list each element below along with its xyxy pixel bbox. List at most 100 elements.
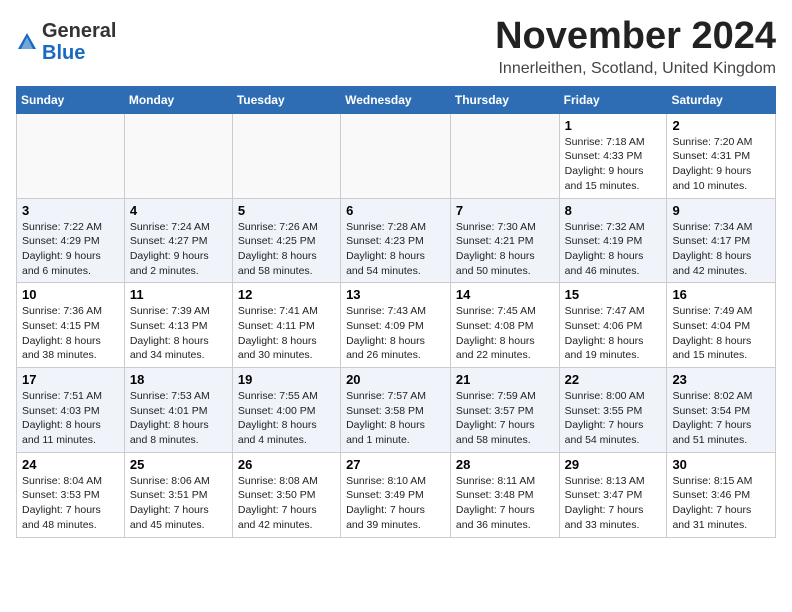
day-info: Sunrise: 7:26 AM Sunset: 4:25 PM Dayligh… (238, 220, 335, 279)
header-row: SundayMondayTuesdayWednesdayThursdayFrid… (17, 86, 776, 113)
day-number: 2 (672, 118, 770, 133)
day-cell: 11 Sunrise: 7:39 AM Sunset: 4:13 PM Dayli… (124, 283, 232, 368)
week-row-4: 17 Sunrise: 7:51 AM Sunset: 4:03 PM Dayli… (17, 368, 776, 453)
day-info: Sunrise: 7:41 AM Sunset: 4:11 PM Dayligh… (238, 304, 335, 363)
day-cell: 12Sunrise: 7:41 AM Sunset: 4:11 PM Dayli… (232, 283, 340, 368)
day-info: Sunrise: 7:22 AM Sunset: 4:29 PM Dayligh… (22, 220, 119, 279)
logo-general: General (42, 20, 116, 42)
day-cell (124, 113, 232, 198)
day-number: 23 (672, 372, 770, 387)
col-header-monday: Monday (124, 86, 232, 113)
day-number: 17 (22, 372, 119, 387)
day-info: Sunrise: 7:57 AM Sunset: 3:58 PM Dayligh… (346, 389, 445, 448)
col-header-friday: Friday (559, 86, 667, 113)
day-cell: 8 Sunrise: 7:32 AM Sunset: 4:19 PM Daylig… (559, 198, 667, 283)
day-info: Sunrise: 8:08 AM Sunset: 3:50 PM Dayligh… (238, 474, 335, 533)
day-cell: 4 Sunrise: 7:24 AM Sunset: 4:27 PM Daylig… (124, 198, 232, 283)
day-number: 7 (456, 203, 554, 218)
day-number: 15 (565, 287, 662, 302)
day-info: Sunrise: 7:32 AM Sunset: 4:19 PM Dayligh… (565, 220, 662, 279)
day-info: Sunrise: 8:06 AM Sunset: 3:51 PM Dayligh… (130, 474, 227, 533)
day-cell: 22 Sunrise: 8:00 AM Sunset: 3:55 PM Dayli… (559, 368, 667, 453)
day-info: Sunrise: 7:55 AM Sunset: 4:00 PM Dayligh… (238, 389, 335, 448)
day-number: 27 (346, 457, 445, 472)
title-area: November 2024 Innerleithen, Scotland, Un… (495, 16, 776, 78)
day-cell: 16Sunrise: 7:49 AM Sunset: 4:04 PM Dayli… (667, 283, 776, 368)
day-cell (232, 113, 340, 198)
col-header-tuesday: Tuesday (232, 86, 340, 113)
col-header-wednesday: Wednesday (341, 86, 451, 113)
day-cell: 25 Sunrise: 8:06 AM Sunset: 3:51 PM Dayli… (124, 452, 232, 537)
day-number: 6 (346, 203, 445, 218)
day-number: 8 (565, 203, 662, 218)
day-info: Sunrise: 7:20 AM Sunset: 4:31 PM Dayligh… (672, 135, 770, 194)
day-number: 18 (130, 372, 227, 387)
day-cell: 17 Sunrise: 7:51 AM Sunset: 4:03 PM Dayli… (17, 368, 125, 453)
day-number: 1 (565, 118, 662, 133)
day-cell: 27 Sunrise: 8:10 AM Sunset: 3:49 PM Dayli… (341, 452, 451, 537)
week-row-2: 3 Sunrise: 7:22 AM Sunset: 4:29 PM Daylig… (17, 198, 776, 283)
day-number: 3 (22, 203, 119, 218)
day-info: Sunrise: 7:30 AM Sunset: 4:21 PM Dayligh… (456, 220, 554, 279)
logo-icon (16, 31, 38, 53)
month-title: November 2024 (495, 16, 776, 58)
day-info: Sunrise: 7:36 AM Sunset: 4:15 PM Dayligh… (22, 304, 119, 363)
day-cell: 1Sunrise: 7:18 AM Sunset: 4:33 PM Daylig… (559, 113, 667, 198)
week-row-1: 1Sunrise: 7:18 AM Sunset: 4:33 PM Daylig… (17, 113, 776, 198)
day-number: 25 (130, 457, 227, 472)
day-info: Sunrise: 7:43 AM Sunset: 4:09 PM Dayligh… (346, 304, 445, 363)
col-header-thursday: Thursday (450, 86, 559, 113)
day-number: 28 (456, 457, 554, 472)
col-header-saturday: Saturday (667, 86, 776, 113)
day-info: Sunrise: 8:02 AM Sunset: 3:54 PM Dayligh… (672, 389, 770, 448)
week-row-3: 10 Sunrise: 7:36 AM Sunset: 4:15 PM Dayli… (17, 283, 776, 368)
day-cell: 10 Sunrise: 7:36 AM Sunset: 4:15 PM Dayli… (17, 283, 125, 368)
day-info: Sunrise: 7:39 AM Sunset: 4:13 PM Dayligh… (130, 304, 227, 363)
col-header-sunday: Sunday (17, 86, 125, 113)
day-cell: 29 Sunrise: 8:13 AM Sunset: 3:47 PM Dayli… (559, 452, 667, 537)
day-cell: 18 Sunrise: 7:53 AM Sunset: 4:01 PM Dayli… (124, 368, 232, 453)
day-number: 24 (22, 457, 119, 472)
day-info: Sunrise: 7:53 AM Sunset: 4:01 PM Dayligh… (130, 389, 227, 448)
day-cell: 6Sunrise: 7:28 AM Sunset: 4:23 PM Daylig… (341, 198, 451, 283)
day-info: Sunrise: 7:59 AM Sunset: 3:57 PM Dayligh… (456, 389, 554, 448)
day-cell: 14Sunrise: 7:45 AM Sunset: 4:08 PM Dayli… (450, 283, 559, 368)
week-row-5: 24 Sunrise: 8:04 AM Sunset: 3:53 PM Dayli… (17, 452, 776, 537)
day-cell: 20 Sunrise: 7:57 AM Sunset: 3:58 PM Dayli… (341, 368, 451, 453)
day-number: 26 (238, 457, 335, 472)
day-info: Sunrise: 8:13 AM Sunset: 3:47 PM Dayligh… (565, 474, 662, 533)
day-number: 11 (130, 287, 227, 302)
day-info: Sunrise: 7:24 AM Sunset: 4:27 PM Dayligh… (130, 220, 227, 279)
day-info: Sunrise: 8:10 AM Sunset: 3:49 PM Dayligh… (346, 474, 445, 533)
day-number: 20 (346, 372, 445, 387)
day-cell: 30 Sunrise: 8:15 AM Sunset: 3:46 PM Dayli… (667, 452, 776, 537)
day-number: 19 (238, 372, 335, 387)
day-number: 13 (346, 287, 445, 302)
day-cell (450, 113, 559, 198)
calendar-table: SundayMondayTuesdayWednesdayThursdayFrid… (16, 86, 776, 538)
day-number: 9 (672, 203, 770, 218)
day-info: Sunrise: 7:34 AM Sunset: 4:17 PM Dayligh… (672, 220, 770, 279)
day-cell: 23 Sunrise: 8:02 AM Sunset: 3:54 PM Dayli… (667, 368, 776, 453)
day-cell: 7 Sunrise: 7:30 AM Sunset: 4:21 PM Daylig… (450, 198, 559, 283)
day-cell: 28Sunrise: 8:11 AM Sunset: 3:48 PM Dayli… (450, 452, 559, 537)
day-number: 22 (565, 372, 662, 387)
logo-blue: Blue (42, 42, 85, 64)
day-info: Sunrise: 7:51 AM Sunset: 4:03 PM Dayligh… (22, 389, 119, 448)
day-number: 30 (672, 457, 770, 472)
day-number: 29 (565, 457, 662, 472)
day-cell: 13 Sunrise: 7:43 AM Sunset: 4:09 PM Dayli… (341, 283, 451, 368)
day-info: Sunrise: 7:47 AM Sunset: 4:06 PM Dayligh… (565, 304, 662, 363)
day-number: 4 (130, 203, 227, 218)
location: Innerleithen, Scotland, United Kingdom (495, 60, 776, 78)
day-cell: 26 Sunrise: 8:08 AM Sunset: 3:50 PM Dayli… (232, 452, 340, 537)
day-number: 10 (22, 287, 119, 302)
day-number: 14 (456, 287, 554, 302)
day-info: Sunrise: 7:49 AM Sunset: 4:04 PM Dayligh… (672, 304, 770, 363)
day-cell: 21Sunrise: 7:59 AM Sunset: 3:57 PM Dayli… (450, 368, 559, 453)
day-info: Sunrise: 8:15 AM Sunset: 3:46 PM Dayligh… (672, 474, 770, 533)
day-info: Sunrise: 8:04 AM Sunset: 3:53 PM Dayligh… (22, 474, 119, 533)
day-info: Sunrise: 8:00 AM Sunset: 3:55 PM Dayligh… (565, 389, 662, 448)
day-cell: 15 Sunrise: 7:47 AM Sunset: 4:06 PM Dayli… (559, 283, 667, 368)
day-cell: 3 Sunrise: 7:22 AM Sunset: 4:29 PM Daylig… (17, 198, 125, 283)
